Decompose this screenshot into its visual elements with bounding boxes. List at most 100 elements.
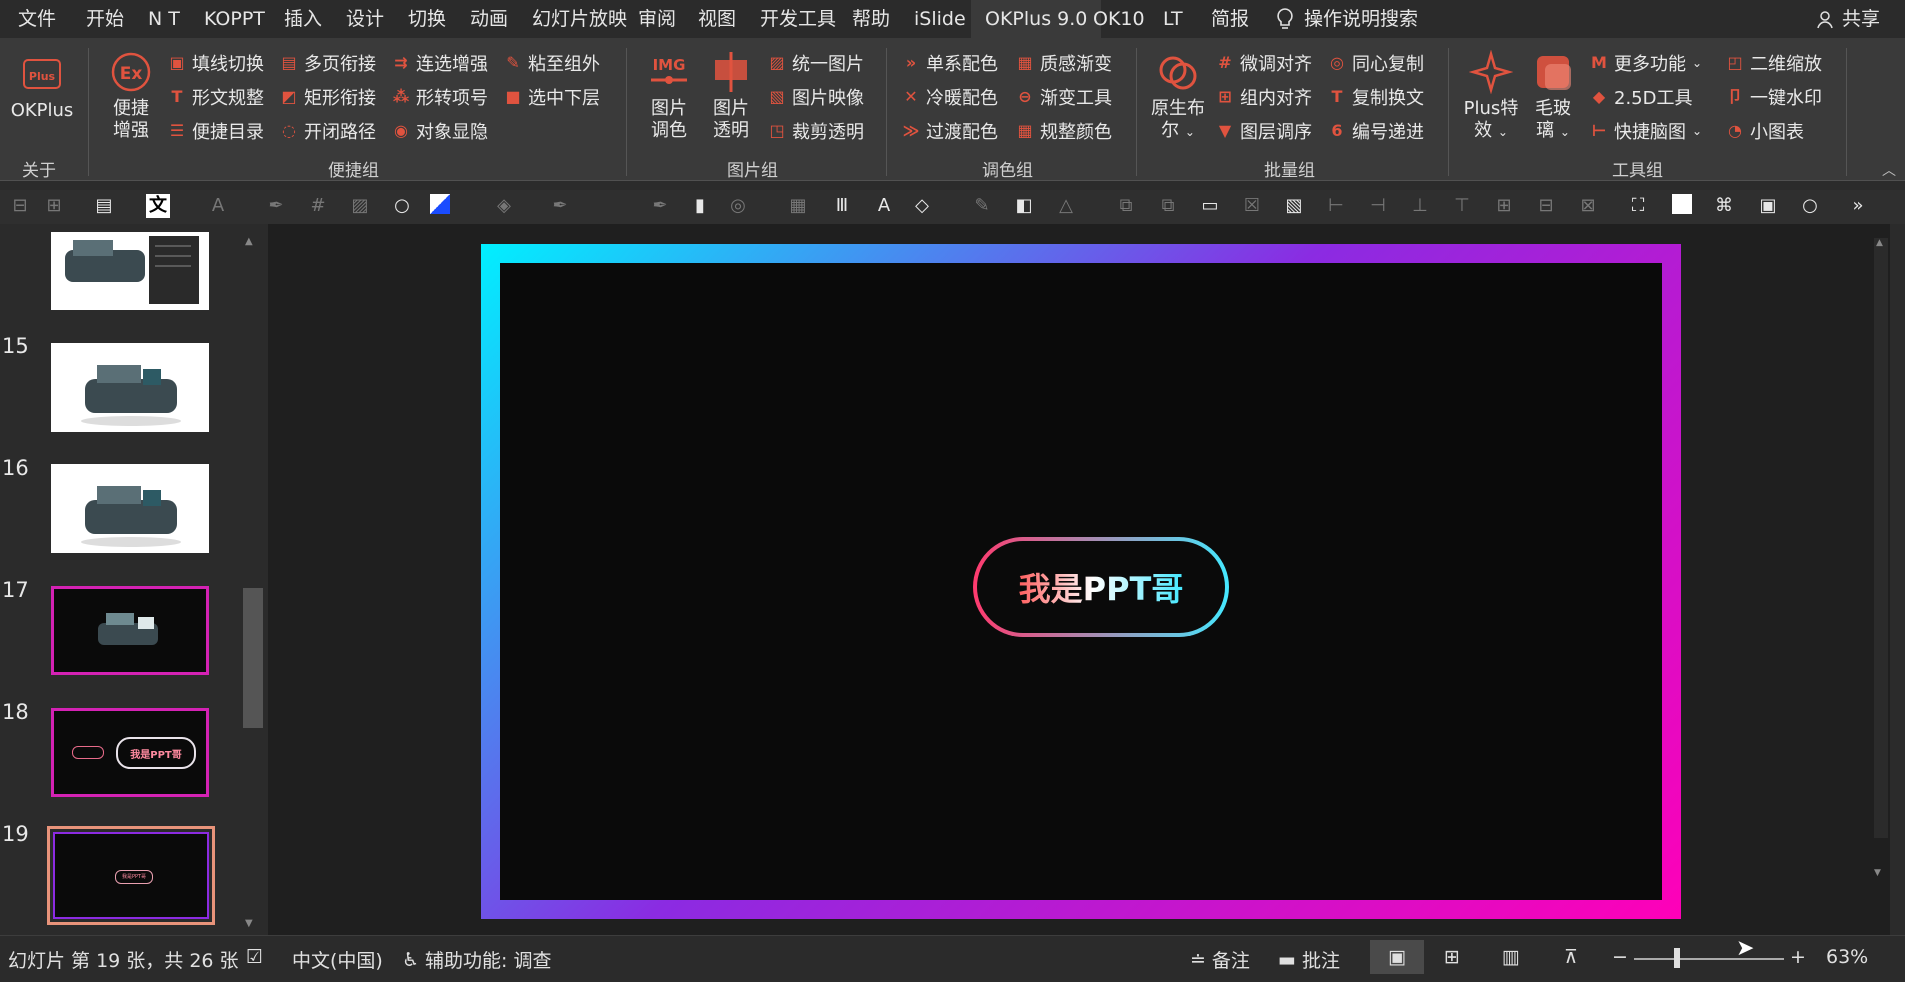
brush-icon[interactable]: ✎	[970, 194, 994, 218]
thumbnail-scrollbar[interactable]: ▲ ▼	[241, 232, 265, 935]
btn-layer-order[interactable]: ▼ 图层调序	[1216, 118, 1312, 144]
eyedropper-2-icon[interactable]: ✒	[548, 194, 572, 218]
btn-open-close-path[interactable]: ◌ 开闭路径	[280, 118, 376, 144]
hash-tool-icon[interactable]: #	[306, 194, 330, 218]
btn-25d-tool[interactable]: ◆ 2.5D工具	[1590, 84, 1693, 110]
align-left-icon[interactable]: ⊟	[8, 194, 32, 218]
circle-icon[interactable]: ○	[390, 194, 414, 218]
tab-animations[interactable]: 动画	[470, 0, 508, 38]
tab-okplus[interactable]: OKPlus 9.0	[971, 0, 1102, 38]
tab-home[interactable]: 开始	[86, 0, 124, 38]
btn-texture-gradient[interactable]: ▦ 质感渐变	[1016, 50, 1112, 76]
btn-rect-link[interactable]: ◩ 矩形衔接	[280, 84, 376, 110]
tab-jianbao[interactable]: 简报	[1211, 0, 1249, 38]
tell-me-search[interactable]: 操作说明搜索	[1276, 0, 1418, 38]
gradient-pill-shape[interactable]: 我是PPT哥	[973, 537, 1229, 637]
tab-design[interactable]: 设计	[346, 0, 384, 38]
tab-review[interactable]: 审阅	[638, 0, 676, 38]
shapes-icon[interactable]: ◎	[726, 194, 750, 218]
btn-fill-line-switch[interactable]: ▣ 填线切换	[168, 50, 264, 76]
slide-thumbnail-16[interactable]	[51, 464, 209, 553]
notes-button[interactable]: ≐ 备注	[1190, 946, 1250, 973]
accessibility-checker[interactable]: ♿ 辅助功能: 调查	[402, 946, 552, 973]
picture-color-button[interactable]: IMG 图片 调色	[640, 50, 698, 142]
btn-more-features[interactable]: M 更多功能 ⌄	[1590, 50, 1702, 76]
share-button[interactable]: 共享	[1816, 0, 1880, 38]
more-overflow-icon[interactable]: »	[1846, 194, 1870, 218]
btn-copy-replace-text[interactable]: T 复制换文	[1328, 84, 1424, 110]
textbox-2-icon[interactable]: ▭	[1198, 194, 1222, 218]
btn-quick-mindmap[interactable]: ⊢ 快捷脑图 ⌄	[1590, 118, 1702, 144]
slide-thumbnail-19-selected[interactable]: 我是PPT哥	[47, 826, 215, 925]
font-a-icon[interactable]: A	[206, 194, 230, 218]
frosted-glass-button[interactable]: 毛玻 璃 ⌄	[1524, 50, 1582, 143]
eyedropper-icon[interactable]: ✒	[264, 194, 288, 218]
btn-picture-reflection[interactable]: ▧ 图片映像	[768, 84, 864, 110]
btn-shape-text-normalize[interactable]: T 形文规整	[168, 84, 264, 110]
normal-view-button[interactable]: ▣	[1370, 940, 1424, 974]
group-icon[interactable]: ⧉	[1114, 194, 1138, 218]
tab-slideshow[interactable]: 幻灯片放映	[532, 0, 627, 38]
btn-fine-align[interactable]: # 微调对齐	[1216, 50, 1312, 76]
zoom-slider-thumb[interactable]	[1674, 948, 1680, 968]
btn-concentric-copy[interactable]: ◎ 同心复制	[1328, 50, 1424, 76]
btn-multi-select-enhance[interactable]: ⇉ 连选增强	[392, 50, 488, 76]
align-tool-icon[interactable]: ⊢	[1324, 194, 1348, 218]
btn-number-increment[interactable]: 6 编号递进	[1328, 118, 1424, 144]
lamp-icon[interactable]: ⌘	[1712, 194, 1736, 218]
scroll-up-icon[interactable]: ▲	[245, 236, 253, 247]
layers-icon[interactable]: ◧	[1012, 194, 1036, 218]
slideshow-view-icon[interactable]: ⊼	[1564, 946, 1578, 968]
slide-thumbnail-18[interactable]: 我是PPT哥	[51, 708, 209, 797]
tab-ok10[interactable]: OK10	[1093, 0, 1145, 38]
zoom-slider-track[interactable]	[1634, 958, 1784, 960]
comments-button[interactable]: ▬ 批注	[1278, 946, 1340, 973]
zoom-in-button[interactable]: +	[1790, 946, 1806, 968]
btn-gradient-tool[interactable]: ⊖ 渐变工具	[1016, 84, 1112, 110]
btn-one-click-watermark[interactable]: 卩一键水印	[1726, 84, 1822, 110]
table-icon[interactable]: ▦	[786, 194, 810, 218]
textbox-icon[interactable]: ▤	[92, 194, 116, 218]
slide-thumbnail-14[interactable]	[51, 232, 209, 310]
slide-thumbnail-17[interactable]	[51, 586, 209, 675]
pill-title-text[interactable]: 我是PPT哥	[1019, 564, 1184, 610]
slide-thumbnail-15[interactable]	[51, 343, 209, 432]
crop-frame-icon[interactable]: ⛶	[1626, 194, 1650, 218]
canvas-scrollbar[interactable]: ▲ ▼	[1874, 238, 1888, 878]
collapse-ribbon-icon[interactable]: ︿	[1882, 160, 1896, 180]
tab-islide[interactable]: iSlide	[914, 0, 966, 38]
bar-chart-icon[interactable]: ▮	[688, 194, 712, 218]
tab-help[interactable]: 帮助	[852, 0, 890, 38]
tab-lt[interactable]: LT	[1163, 0, 1183, 38]
text-style-a-icon[interactable]: A	[872, 194, 896, 218]
btn-multipage-link[interactable]: ▤ 多页衔接	[280, 50, 376, 76]
circle-2-icon[interactable]: ○	[1798, 194, 1822, 218]
btn-unify-picture[interactable]: ▨ 统一图片	[768, 50, 864, 76]
shape-select-icon[interactable]: ◇	[910, 194, 934, 218]
close-box-icon[interactable]: ☒	[1240, 194, 1264, 218]
eyedropper-3-icon[interactable]: ✒	[648, 194, 672, 218]
tab-nt[interactable]: N T	[148, 0, 180, 38]
btn-select-lower-layer[interactable]: ■ 选中下层	[504, 84, 600, 110]
slide-sorter-view-icon[interactable]: ⊞	[1444, 946, 1460, 968]
color-swatch-icon[interactable]	[428, 194, 452, 218]
btn-single-color-scheme[interactable]: » 单系配色	[902, 50, 998, 76]
columns-icon[interactable]: Ⅲ	[830, 194, 854, 218]
mountain-icon[interactable]: △	[1054, 194, 1078, 218]
fill-bucket-icon[interactable]: ◈	[492, 194, 516, 218]
btn-crop-transparent[interactable]: ◳ 裁剪透明	[768, 118, 864, 144]
scroll-down-icon[interactable]: ▼	[245, 918, 253, 929]
white-square-icon[interactable]	[1670, 194, 1694, 218]
tab-developer[interactable]: 开发工具	[760, 0, 836, 38]
notes-check-icon[interactable]: ☑	[246, 946, 263, 968]
zoom-percentage[interactable]: 63%	[1826, 946, 1868, 968]
btn-object-visibility[interactable]: ◉ 对象显隐	[392, 118, 488, 144]
btn-warm-cool-color[interactable]: ✕ 冷暖配色	[902, 84, 998, 110]
btn-2d-zoom[interactable]: ◰ 二维缩放	[1726, 50, 1822, 76]
align-tool-3-icon[interactable]: ⊥	[1408, 194, 1432, 218]
image-icon[interactable]: ▣	[1756, 194, 1780, 218]
align-tool-4-icon[interactable]: ⊤	[1450, 194, 1474, 218]
tab-insert[interactable]: 插入	[284, 0, 322, 38]
align-tool-2-icon[interactable]: ⊣	[1366, 194, 1390, 218]
plus-effects-button[interactable]: Plus特 效 ⌄	[1458, 50, 1524, 143]
